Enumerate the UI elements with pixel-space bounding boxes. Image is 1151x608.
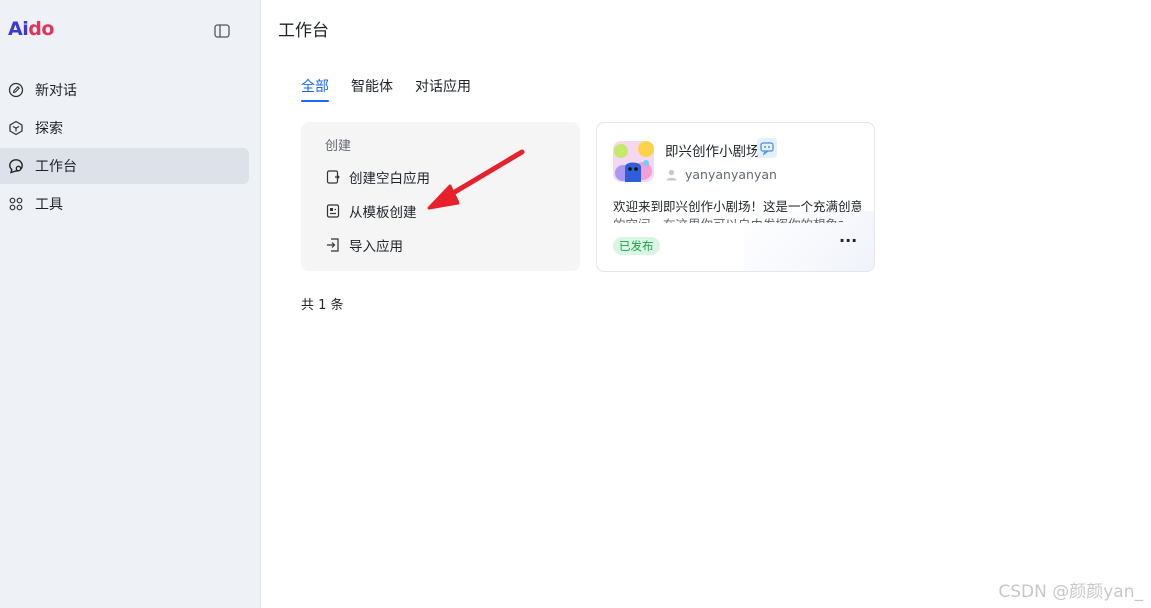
more-options-button[interactable]: ··· — [839, 233, 857, 250]
watermark: CSDN @颜颜yan_ — [998, 582, 1143, 602]
sidebar-toggle-icon[interactable] — [213, 22, 231, 40]
sidebar-item-label: 工具 — [35, 197, 63, 213]
sidebar-nav: 新对话 探索 工作台 工具 — [0, 72, 261, 224]
tab-all[interactable]: 全部 — [301, 76, 329, 102]
app-description: 欢迎来到即兴创作小剧场！这是一个充满创意 — [613, 199, 861, 214]
tab-bar: 全部 智能体 对话应用 — [301, 76, 493, 102]
create-panel: 创建 创建空白应用 从模板创建 导入应用 — [301, 122, 580, 271]
create-blank-app-button[interactable]: 创建空白应用 — [325, 166, 430, 188]
create-item-label: 创建空白应用 — [349, 171, 430, 187]
sidebar-item-label: 工作台 — [35, 159, 77, 175]
sidebar-item-workspace[interactable]: 工作台 — [0, 148, 249, 184]
import-app-button[interactable]: 导入应用 — [325, 234, 403, 256]
sidebar-item-label: 探索 — [35, 121, 63, 137]
app-author: yanyanyanyan — [665, 167, 777, 182]
main-content: 工作台 全部 智能体 对话应用 创建 创建空白应用 从模板创建 导入应用 即兴创… — [262, 0, 1151, 608]
sidebar-item-label: 新对话 — [35, 83, 77, 99]
edit-icon — [8, 82, 24, 98]
grid-icon — [8, 196, 24, 212]
template-icon — [325, 203, 341, 219]
create-item-label: 导入应用 — [349, 239, 403, 255]
create-from-template-button[interactable]: 从模板创建 — [325, 200, 417, 222]
sidebar-item-explore[interactable]: 探索 — [0, 110, 249, 146]
author-name: yanyanyanyan — [685, 167, 777, 182]
chat-bot-icon — [757, 138, 777, 158]
total-count: 共 1 条 — [301, 298, 344, 313]
tab-chat-apps[interactable]: 对话应用 — [415, 76, 471, 102]
sidebar-item-new-chat[interactable]: 新对话 — [0, 72, 249, 108]
sidebar: Aido 新对话 探索 工作台 工具 — [0, 0, 261, 608]
sidebar-item-tools[interactable]: 工具 — [0, 186, 249, 222]
create-panel-title: 创建 — [325, 139, 352, 154]
app-avatar — [613, 141, 654, 182]
workspace-icon — [8, 158, 24, 174]
user-icon — [665, 168, 678, 181]
status-badge: 已发布 — [613, 237, 660, 255]
tab-agents[interactable]: 智能体 — [351, 76, 393, 102]
import-icon — [325, 237, 341, 253]
logo-row: Aido — [8, 18, 248, 46]
logo[interactable]: Aido — [8, 18, 54, 40]
app-name: 即兴创作小剧场 — [665, 144, 760, 160]
blank-app-icon — [325, 169, 341, 185]
cube-icon — [8, 120, 24, 136]
create-item-label: 从模板创建 — [349, 205, 417, 221]
app-description-line2: 的空间，在这里你可以自由发挥你的想象力 — [613, 216, 843, 223]
app-card[interactable]: 即兴创作小剧场 yanyanyanyan 欢迎来到即兴创作小剧场！这是一个充满创… — [596, 122, 875, 272]
page-title: 工作台 — [278, 21, 329, 41]
